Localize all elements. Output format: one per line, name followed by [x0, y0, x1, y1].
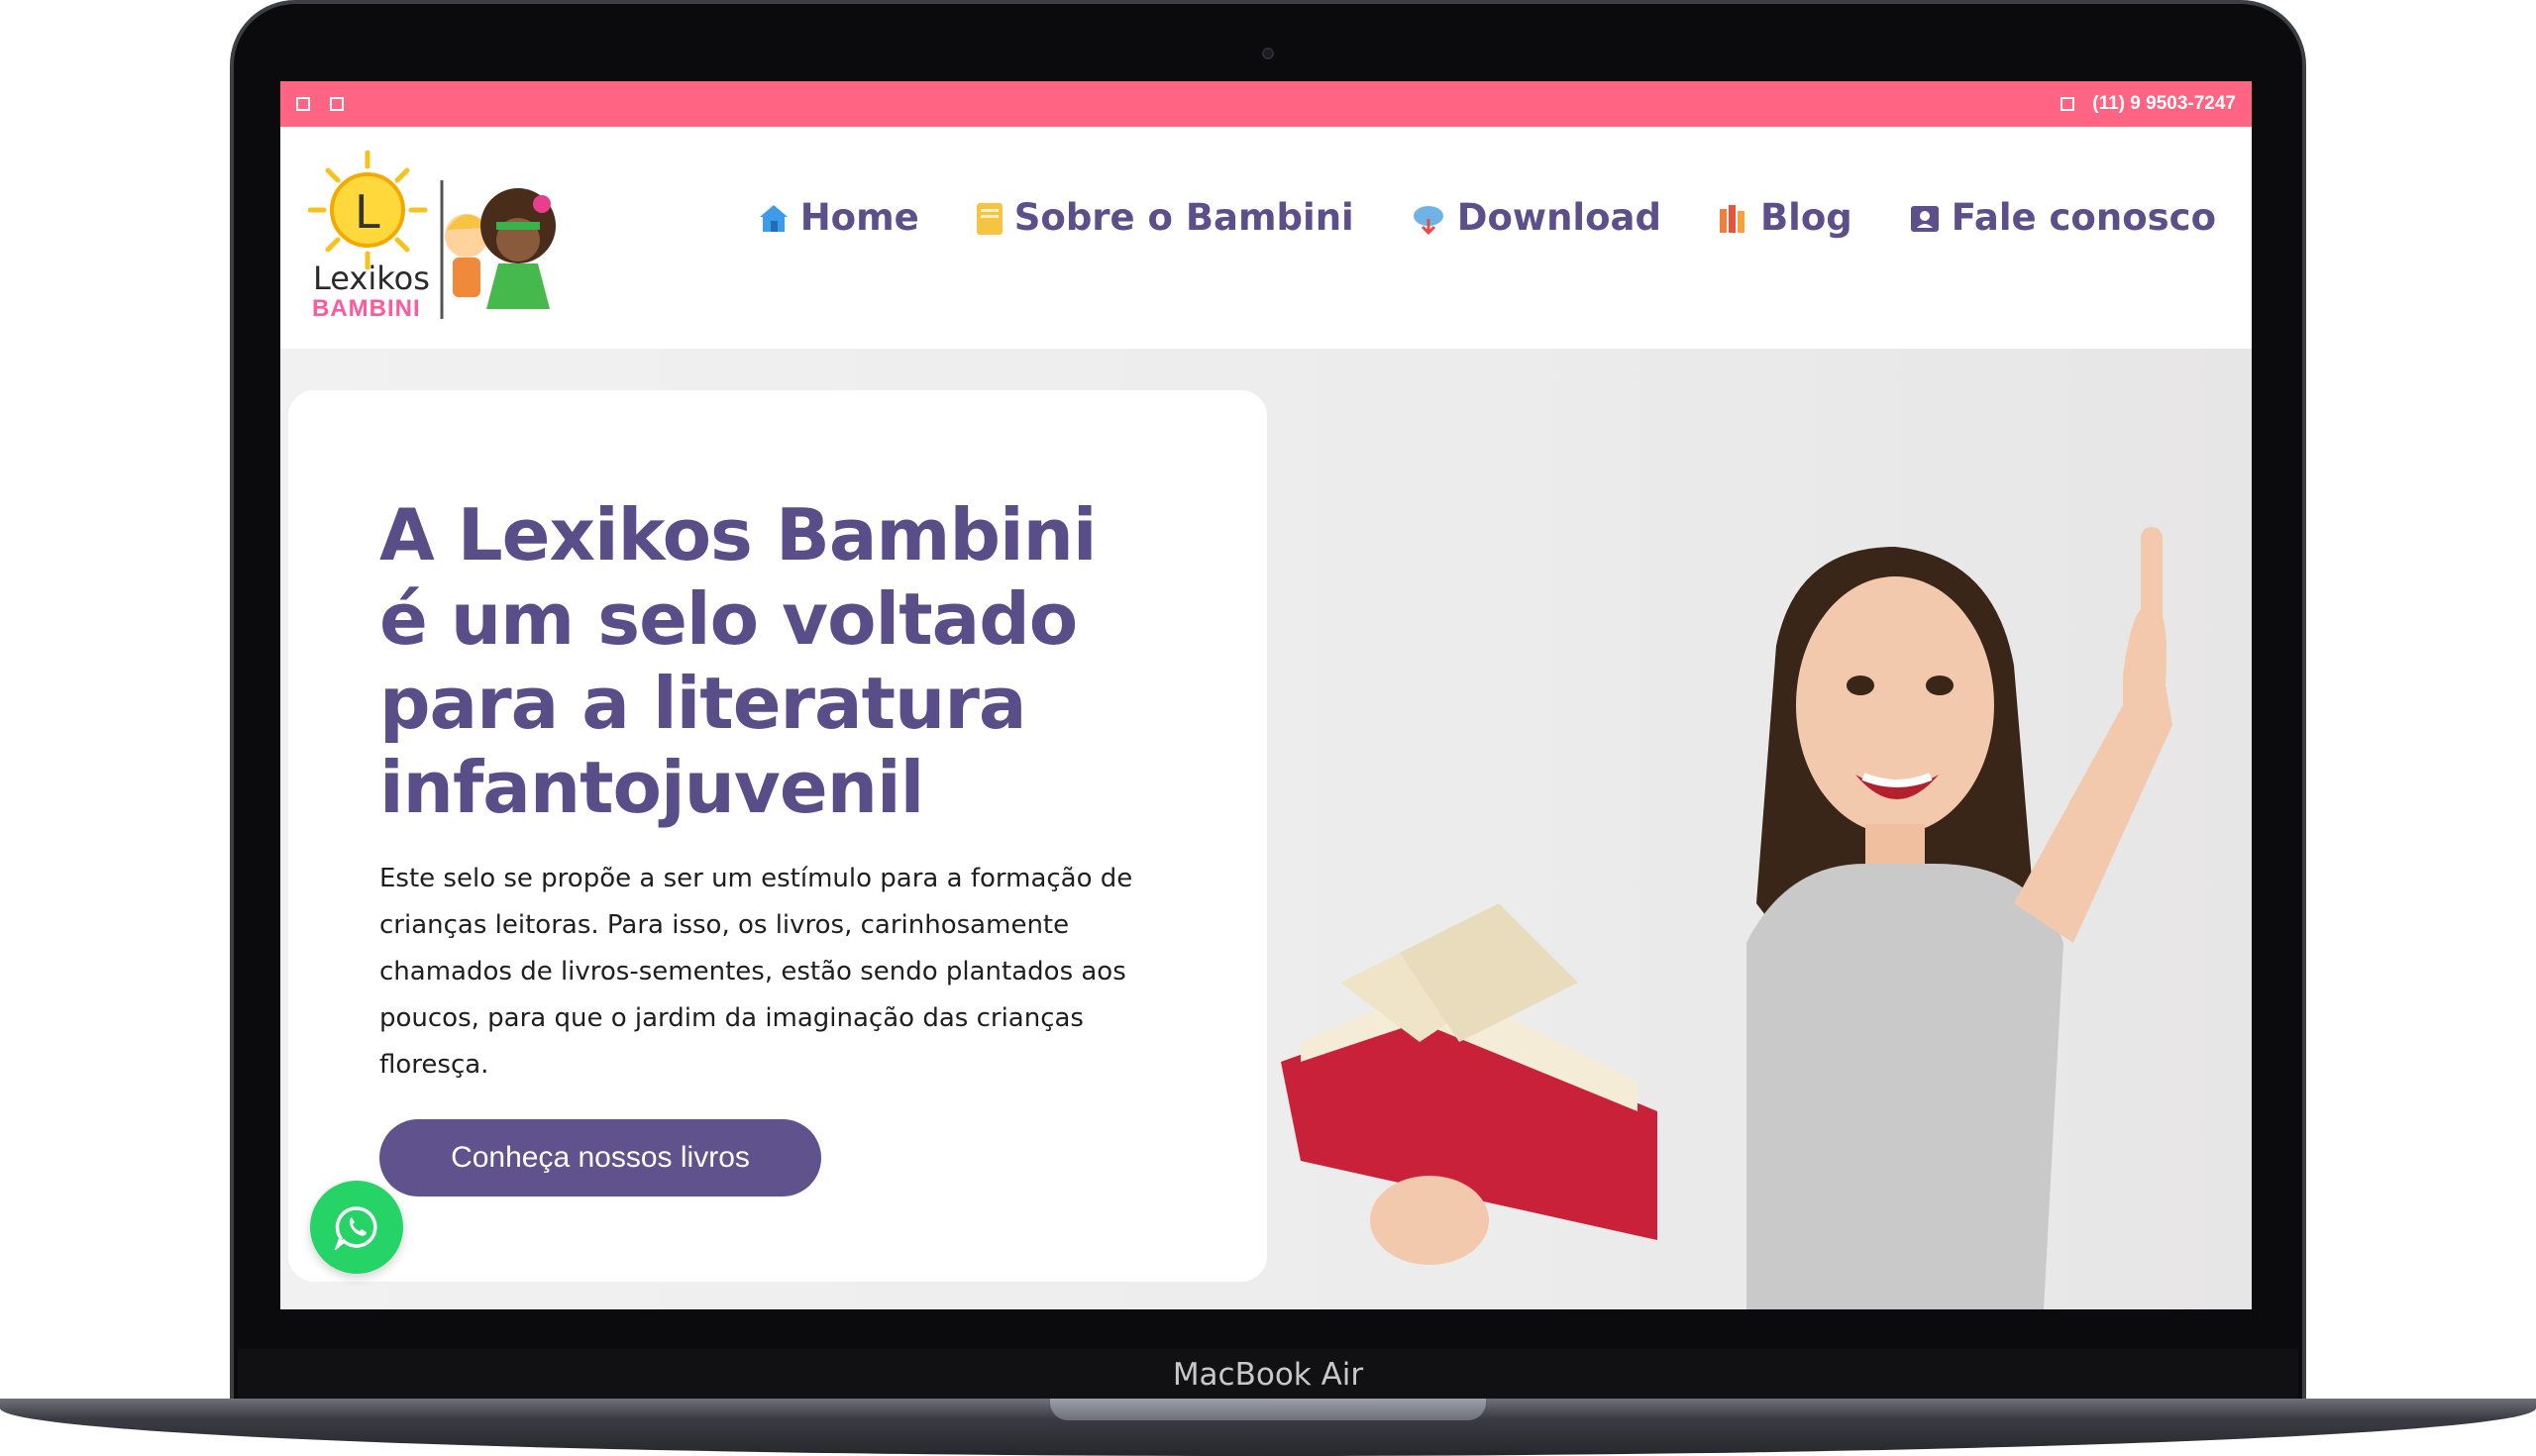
- cloud-download-icon: [1413, 205, 1443, 235]
- laptop-hinge: [1050, 1399, 1486, 1420]
- hero-photo-girl-with-book: [1281, 527, 2172, 1309]
- nav-download[interactable]: Download: [1410, 196, 1661, 239]
- house-icon: [759, 204, 788, 232]
- whatsapp-icon: [334, 1206, 377, 1250]
- hero-title: A Lexikos Bambini é um selo voltado para…: [379, 493, 1098, 829]
- books-icon: [1719, 204, 1744, 233]
- nav-contato[interactable]: Fale conosco: [1908, 196, 2216, 239]
- nav-download-label: Download: [1456, 196, 1661, 239]
- nav-sobre-label: Sobre o Bambini: [1013, 196, 1354, 239]
- square-icon[interactable]: [330, 97, 344, 111]
- laptop-mockup: (11) 9 9503-7247 L Lexikos BAMBINI Home …: [0, 0, 2536, 1456]
- phone-icon: [2060, 97, 2075, 111]
- hero-card: A Lexikos Bambini é um selo voltado para…: [288, 390, 1267, 1282]
- site-logo[interactable]: L Lexikos BAMBINI: [307, 150, 576, 329]
- nav-blog-label: Blog: [1759, 196, 1852, 239]
- camera-icon: [1262, 48, 1274, 59]
- notepad-icon: [976, 202, 1003, 235]
- contact-info: (11) 9 9503-7247: [2060, 93, 2236, 115]
- phone-number[interactable]: (11) 9 9503-7247: [2092, 93, 2236, 115]
- cta-button[interactable]: Conheça nossos livros: [379, 1119, 821, 1196]
- hero-section: A Lexikos Bambini é um selo voltado para…: [280, 349, 2252, 1309]
- contact-card-icon: [1910, 205, 1939, 232]
- nav-home[interactable]: Home: [757, 196, 919, 239]
- nav-home-label: Home: [799, 196, 919, 239]
- top-info-bar: (11) 9 9503-7247: [280, 81, 2252, 127]
- logo-wordmark: Lexikos: [313, 260, 430, 297]
- main-navigation: Home Sobre o Bambini Download Blog Fale …: [701, 196, 2216, 239]
- square-icon[interactable]: [296, 97, 310, 111]
- logo-subtitle: BAMBINI: [312, 295, 421, 322]
- whatsapp-button[interactable]: [310, 1181, 403, 1274]
- nav-blog[interactable]: Blog: [1717, 196, 1852, 239]
- laptop-model-label: MacBook Air: [1172, 1357, 1364, 1393]
- nav-sobre[interactable]: Sobre o Bambini: [975, 196, 1354, 239]
- svg-text:L: L: [355, 185, 380, 239]
- browser-viewport: (11) 9 9503-7247 L Lexikos BAMBINI Home …: [280, 81, 2252, 1309]
- site-header: L Lexikos BAMBINI Home Sobre o Bambini D…: [280, 127, 2252, 349]
- nav-contato-label: Fale conosco: [1951, 196, 2216, 239]
- hero-description: Este selo se propõe a ser um estímulo pa…: [379, 864, 1133, 1080]
